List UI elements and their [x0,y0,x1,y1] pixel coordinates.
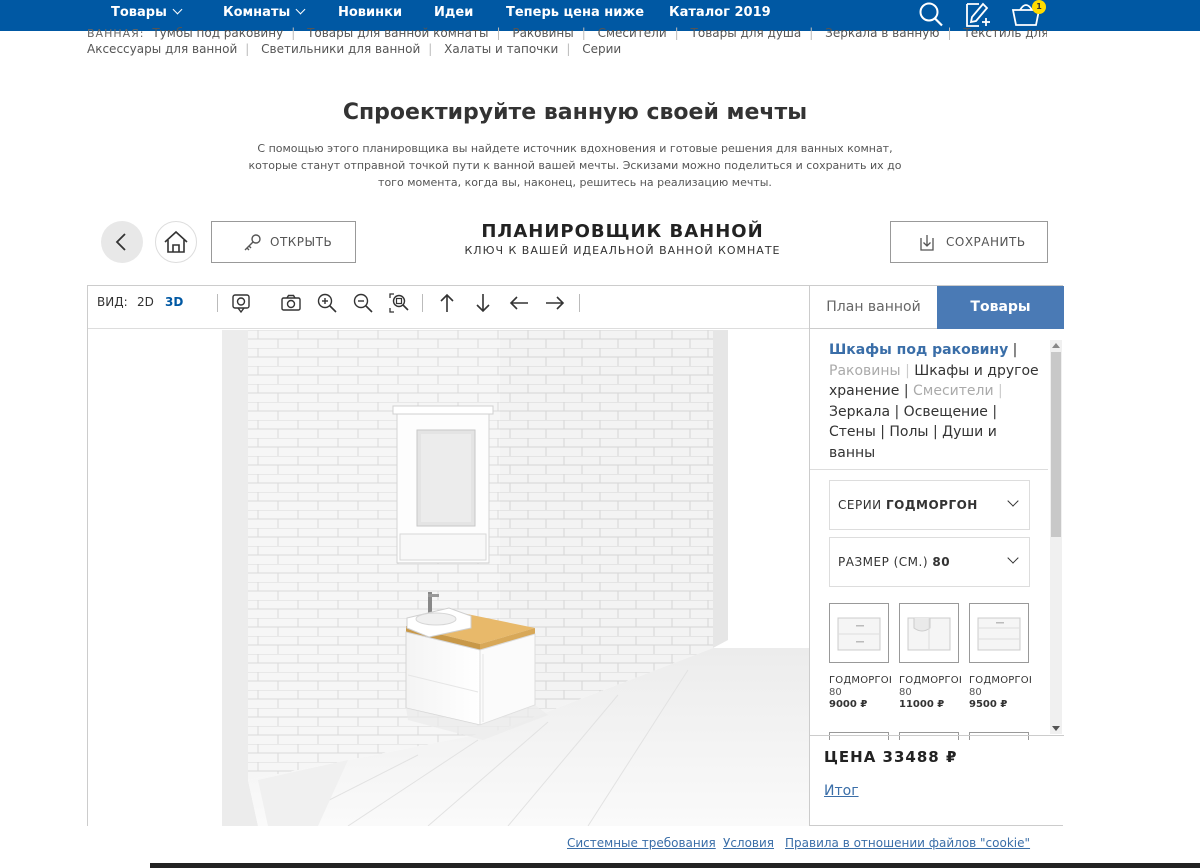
product-card[interactable]: ГОДМОРГОН 80 9500 ₽ [969,603,1031,710]
series-dropdown[interactable]: СЕРИИ ГОДМОРГОН [829,480,1030,530]
camera-icon[interactable] [280,292,302,314]
open-button-label: ОТКРЫТЬ [270,235,333,249]
category-link[interactable]: Раковины [512,26,573,40]
open-button[interactable]: ОТКРЫТЬ [211,221,356,263]
category-links-row-2: Аксессуары для ванной | Светильники для в… [87,42,622,56]
category-vanity-cabinets[interactable]: Шкафы под раковину [829,342,1008,358]
product-card-partial[interactable] [829,732,889,740]
product-thumbnail [969,603,1029,663]
summary-link[interactable]: Итог [824,783,859,799]
bathroom-3d-render [222,330,809,826]
key-icon [244,234,261,251]
page-description: С помощью этого планировщика вы найдете … [248,142,902,189]
home-icon [164,230,188,253]
category-link[interactable]: Текстиль для ванной [963,26,1047,40]
cookie-policy-link[interactable]: Правила в отношении файлов "cookie" [785,836,1030,850]
chevron-down-icon [172,4,183,15]
nav-item-new[interactable]: Новинки [338,5,402,20]
view-label: ВИД: [97,295,128,309]
category-list: Шкафы под раковину | Раковины | Шкафы и … [829,342,1039,461]
product-card-partial[interactable] [899,732,959,740]
zoom-in-icon[interactable] [316,292,338,314]
product-thumbnail [899,603,959,663]
view-3d-toggle[interactable]: 3D [165,295,183,309]
product-card[interactable]: ГОДМОРГОН 80 11000 ₽ [899,603,961,710]
category-link[interactable]: Аксессуары для ванной [87,42,237,56]
back-button[interactable] [101,221,143,263]
planner-workspace: ВИД: 2D 3D План ванной Товары Шкафы под … [87,285,1064,826]
nav-item-catalog[interactable]: Каталог 2019 [669,5,771,20]
category-link[interactable]: Тумбы под раковину [152,26,283,40]
planner-subtitle: КЛЮЧ К ВАШЕЙ ИДЕАЛЬНОЙ ВАННОЙ КОМНАТЕ [464,244,781,257]
view-2d-toggle[interactable]: 2D [137,295,154,309]
arrow-down-icon[interactable] [472,292,494,314]
chevron-down-icon [1007,495,1019,507]
planner-title: ПЛАНИРОВЩИК ВАННОЙ [481,221,764,242]
category-link[interactable]: Товары для ванной комнаты [307,26,488,40]
save-icon [920,235,934,251]
category-lighting[interactable]: Освещение [904,404,988,420]
category-link[interactable]: Халаты и тапочки [444,42,558,56]
product-card[interactable]: ГОДМОРГОН 80 9000 ₽ [829,603,891,710]
chevron-down-icon [1007,552,1019,564]
tab-bathroom-plan[interactable]: План ванной [810,286,937,329]
category-sinks[interactable]: Раковины [829,363,901,379]
total-price: ЦЕНА 33488 ₽ [824,748,958,766]
save-button-label: СОХРАНИТЬ [946,235,1026,249]
category-links-row-1: ВАННАЯ: Тумбы под раковину | Товары для в… [87,26,1047,40]
zoom-out-icon[interactable] [352,292,374,314]
category-link[interactable]: Товары для душа [691,26,802,40]
arrow-right-icon[interactable] [544,292,566,314]
category-walls[interactable]: Стены [829,424,876,440]
terms-link[interactable]: Условия [723,836,774,850]
nav-item-lower-price[interactable]: Теперь цена ниже [506,5,644,20]
category-link[interactable]: Смесители [598,26,667,40]
nav-item-label: Комнаты [223,5,291,20]
category-faucets[interactable]: Смесители [913,383,994,399]
scroll-down-arrow[interactable] [1052,726,1060,731]
system-requirements-link[interactable]: Системные требования [567,836,716,850]
nav-item-goods[interactable]: Товары [111,4,183,20]
product-thumbnail [829,603,889,663]
nav-item-label: Товары [111,5,167,20]
scrollbar-thumb[interactable] [1051,352,1061,537]
zoom-fit-icon[interactable] [388,292,410,314]
category-floors[interactable]: Полы [889,424,928,440]
camera-settings-icon[interactable] [230,292,252,314]
scroll-up-arrow[interactable] [1052,343,1060,348]
save-button[interactable]: СОХРАНИТЬ [890,221,1048,263]
products-panel: План ванной Товары Шкафы под раковину | … [809,286,1064,825]
category-label: ВАННАЯ: [87,27,145,40]
arrow-up-icon[interactable] [436,292,458,314]
page-title: Спроектируйте ванную своей мечты [342,100,808,125]
size-dropdown[interactable]: РАЗМЕР (СМ.) 80 [829,537,1030,587]
tab-products[interactable]: Товары [937,286,1064,329]
chevron-down-icon [295,4,306,15]
3d-room-viewport[interactable] [88,330,809,826]
category-link[interactable]: Светильники для ванной [261,42,420,56]
category-link[interactable]: Серии [582,42,621,56]
arrow-left-icon[interactable] [508,292,530,314]
chevron-left-icon [115,233,126,251]
product-card-partial[interactable] [969,732,1029,740]
view-toolbar: ВИД: 2D 3D [88,286,809,329]
panel-scrollbar[interactable] [1050,340,1062,734]
cart-count-badge: 1 [1032,0,1046,14]
nav-item-rooms[interactable]: Комнаты [223,4,306,20]
nav-item-ideas[interactable]: Идеи [434,5,473,20]
category-link[interactable]: Зеркала в ванную [825,26,939,40]
category-mirrors[interactable]: Зеркала [829,404,890,420]
home-button[interactable] [155,221,197,263]
